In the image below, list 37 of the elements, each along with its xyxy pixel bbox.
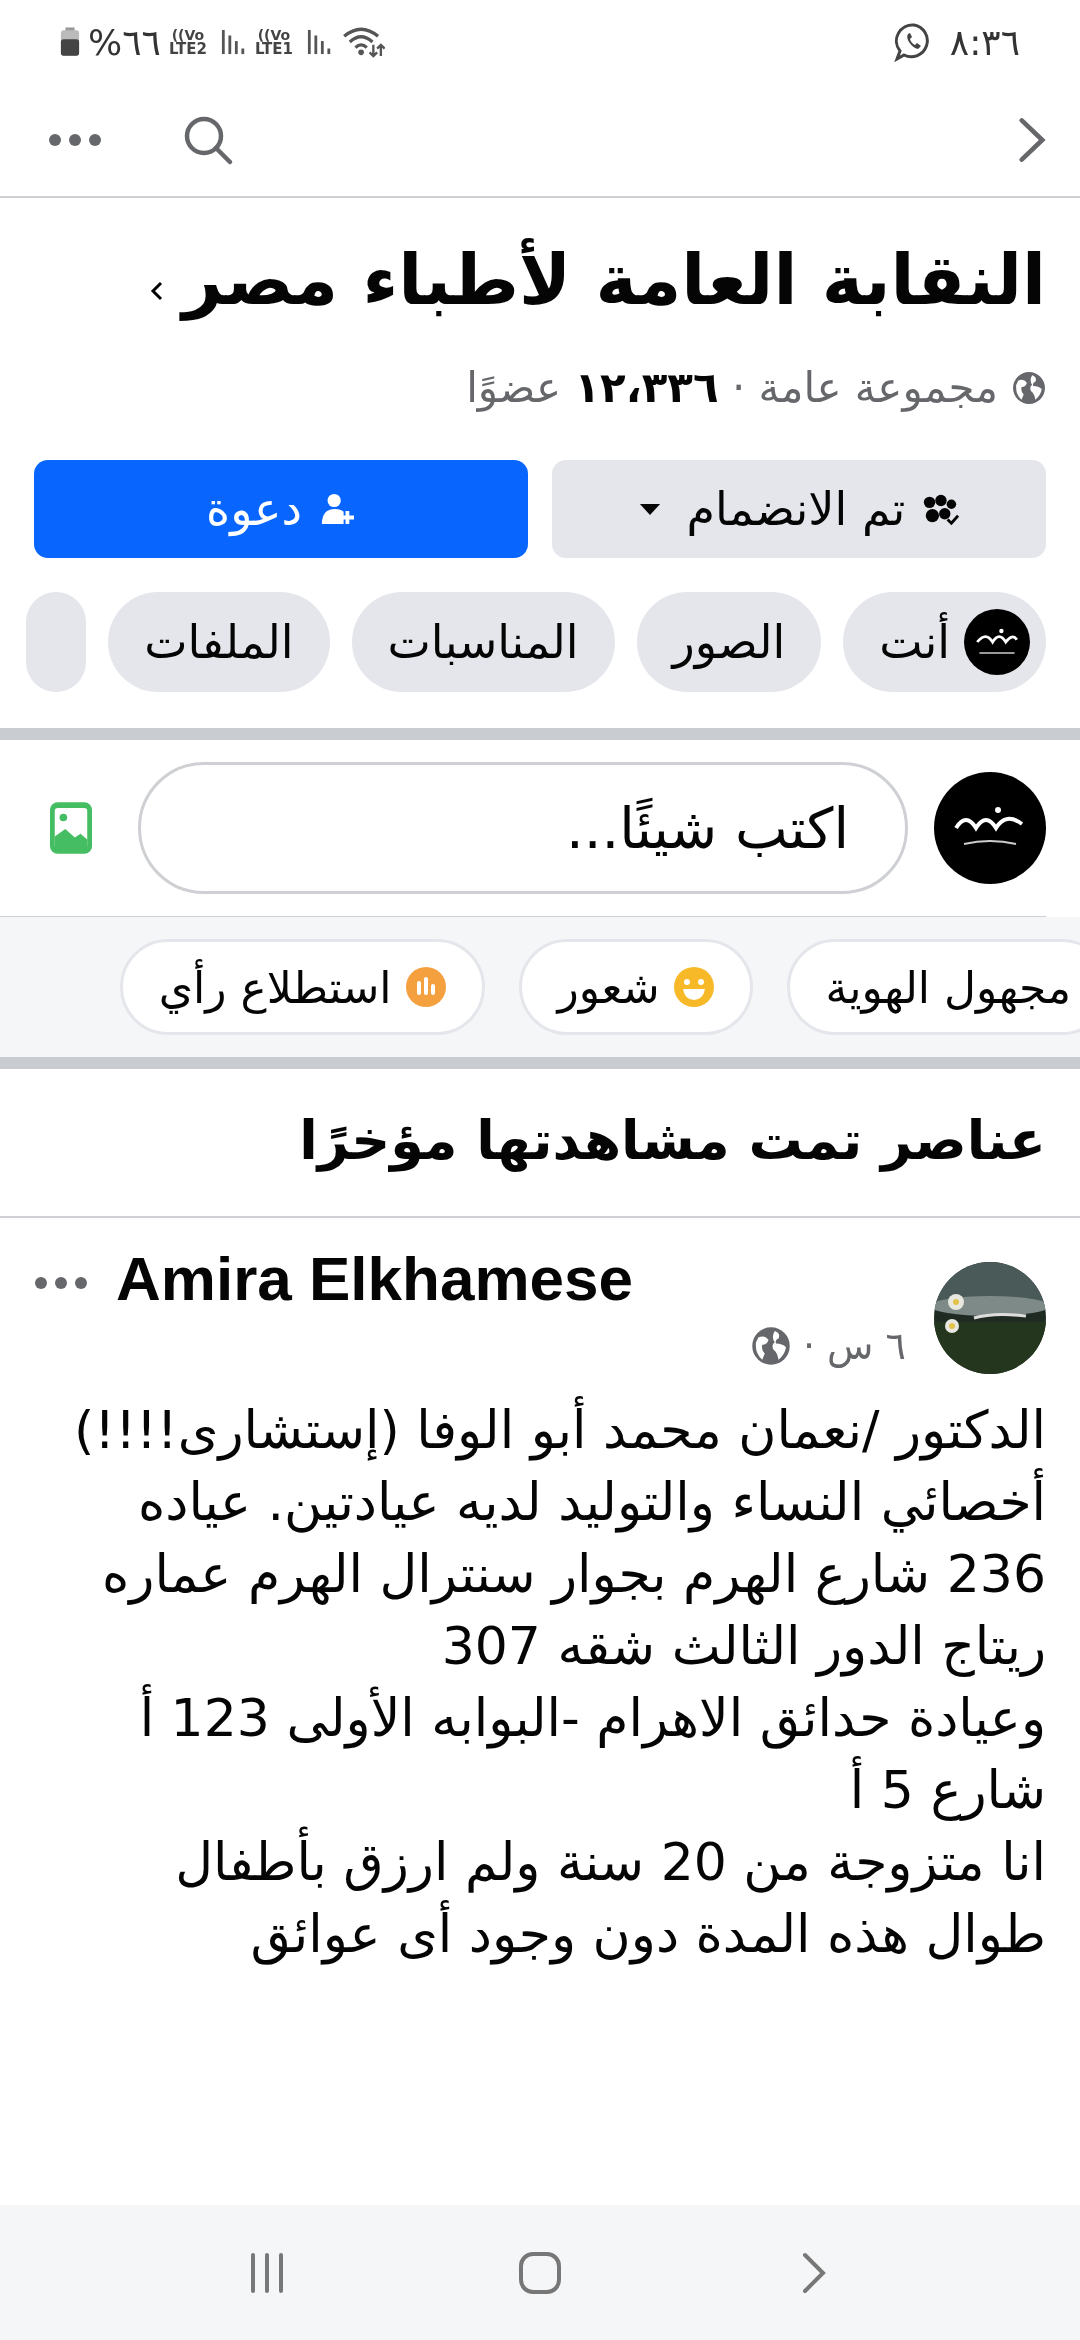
- group-icon: [921, 492, 960, 526]
- tab[interactable]: الملفات: [108, 592, 330, 692]
- post-input-field[interactable]: اكتب شيئًا...: [138, 762, 908, 894]
- battery-icon: [60, 27, 80, 57]
- volte-label: Vo)): [257, 27, 291, 42]
- more-icon[interactable]: [34, 1276, 88, 1290]
- chip[interactable]: شعور: [518, 939, 753, 1035]
- caret-icon: [638, 502, 661, 516]
- chip[interactable]: استطلاع رأي: [119, 939, 485, 1035]
- more-icon[interactable]: [48, 133, 102, 147]
- network-label: LTE2: [168, 41, 207, 57]
- chip[interactable]: مجهول الهوية: [786, 939, 1080, 1035]
- poll-icon: [405, 967, 446, 1007]
- chevron-icon[interactable]: [150, 279, 165, 302]
- wifi-icon: [340, 26, 385, 58]
- author-name[interactable]: Amira Elkhamese: [116, 1242, 633, 1317]
- tab[interactable]: أنت: [843, 592, 1046, 692]
- joined-button[interactable]: تم الانضمام: [552, 460, 1046, 558]
- search-icon[interactable]: [182, 114, 234, 166]
- home-icon[interactable]: [518, 2250, 562, 2295]
- post-time[interactable]: ٦ س ·: [802, 1324, 906, 1369]
- globe-icon: [1012, 370, 1046, 405]
- post-text: الدكتور /نعمان محمد أبو الوفا (إستشارى!!!!) أخصائي النساء والتوليد لديه عيادتين. عياده 236 شارع الهرم بجوار سنترال الهرم عماره ريتاج الدور الثالث شقه 307 وعيادة حدائق الاهرام -البوابه الأولى 123 أ شارع 5 أ انا متزوجة من 20 سنة ولم ارزق بأطفال طوال هذه المدة دون وجود أى عوائق: [34, 1394, 1046, 1970]
- globe-icon: [750, 1326, 791, 1367]
- group-meta: مجموعة عامة · ١٢،٣٣٦ عضوًا: [466, 363, 998, 412]
- section-heading: عناصر تمت مشاهدتها مؤخرًا: [0, 1069, 1080, 1218]
- signal-icon: [306, 27, 333, 57]
- clock: ٨:٣٦: [949, 21, 1020, 63]
- back-icon[interactable]: [1018, 116, 1046, 164]
- smiley-icon: [673, 967, 714, 1007]
- invite-button[interactable]: دعوة: [34, 460, 528, 558]
- volte-label: Vo)): [171, 27, 205, 42]
- battery-level: %٦٦: [88, 21, 161, 63]
- network-label: LTE1: [254, 41, 293, 57]
- signal-icon: [220, 27, 247, 57]
- tab[interactable]: المناسبات: [351, 592, 615, 692]
- tab[interactable]: الصور: [636, 592, 822, 692]
